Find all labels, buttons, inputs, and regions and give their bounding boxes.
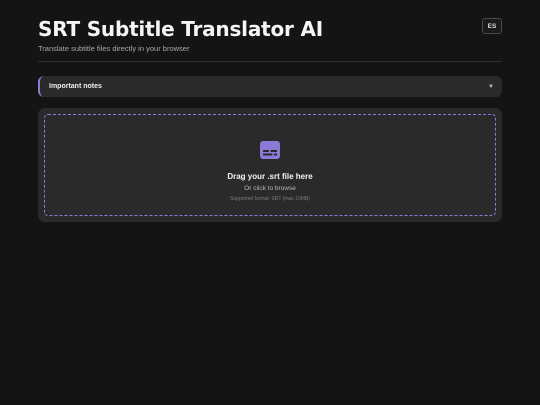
page-title: SRT Subtitle Translator AI [38, 17, 323, 41]
header-divider [38, 61, 502, 62]
dropzone-title: Drag your .srt file here [227, 172, 313, 181]
dropzone-subtitle: Or click to browse [244, 185, 296, 192]
important-notes-label: Important notes [49, 83, 102, 90]
page: SRT Subtitle Translator AI Translate sub… [0, 0, 540, 405]
important-notes-toggle[interactable]: Important notes ▼ [38, 76, 502, 97]
supported-format-hint: Supported format: SRT (max 10MB) [230, 196, 310, 202]
language-toggle-button[interactable]: ES [482, 18, 502, 34]
subtitles-icon [260, 141, 280, 159]
upload-card: Drag your .srt file here Or click to bro… [38, 108, 502, 222]
header: SRT Subtitle Translator AI Translate sub… [38, 16, 502, 62]
chevron-down-icon: ▼ [488, 83, 494, 90]
file-dropzone[interactable]: Drag your .srt file here Or click to bro… [44, 114, 496, 216]
page-subtitle: Translate subtitle files directly in you… [38, 44, 190, 53]
